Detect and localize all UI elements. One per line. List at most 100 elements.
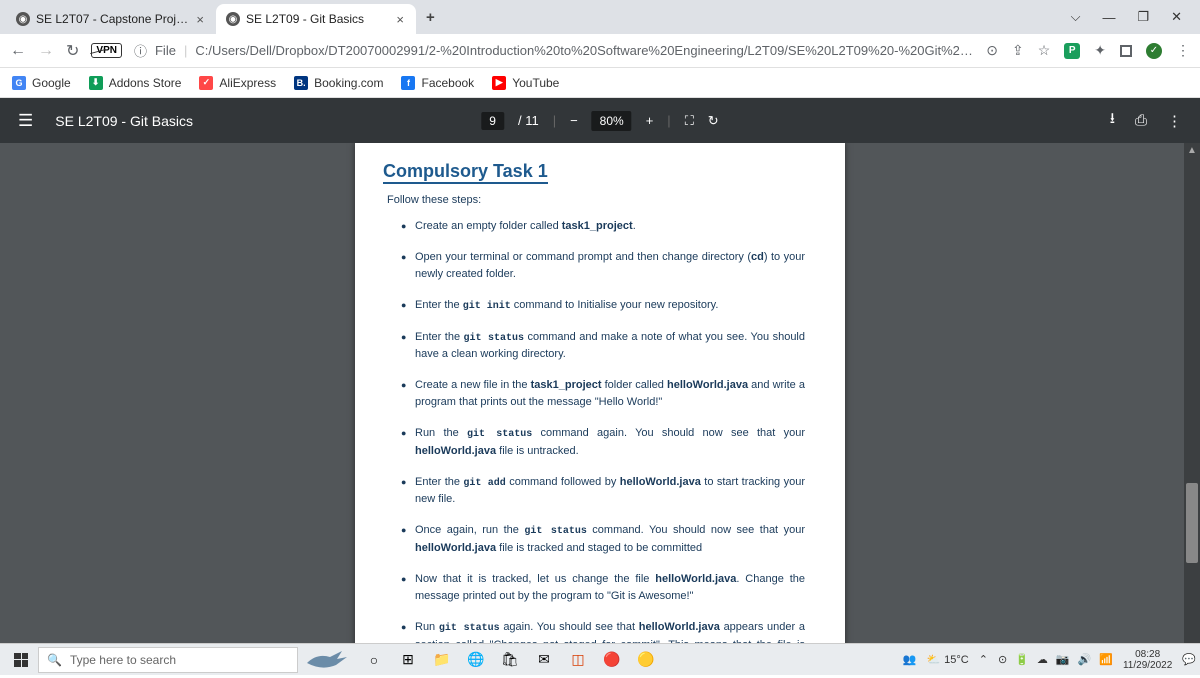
doc-list: Create an empty folder called task1_proj… [383,218,805,671]
bookmark-label: YouTube [512,76,559,90]
chevron-up-icon[interactable]: ⌃ [979,653,988,666]
list-item: Open your terminal or command prompt and… [401,249,805,283]
bookmark-item[interactable]: ⬇Addons Store [89,76,182,90]
notifications-icon[interactable]: 💬 [1182,653,1196,666]
bookmark-icon: ▶ [492,76,506,90]
chrome2-icon[interactable]: 🟡 [632,647,660,673]
search-icon: 🔍 [47,653,62,667]
menu-icon[interactable]: ⋮ [1176,42,1190,59]
mail-icon[interactable]: ✉ [530,647,558,673]
battery-icon[interactable]: 🔋 [1015,653,1029,666]
url-field[interactable]: ⓘ File | C:/Users/Dell/Dropbox/DT2007000… [134,41,974,60]
volume-icon[interactable]: 🔊 [1078,653,1092,666]
tray-icon[interactable]: ⊙ [998,653,1007,666]
bookmark-item[interactable]: G Google [12,76,71,90]
list-item: Enter the git add command followed by he… [401,474,805,509]
share-icon[interactable]: ⇪ [1012,42,1024,59]
bookmark-item[interactable]: fFacebook [401,76,474,90]
extension-check-icon[interactable]: ✓ [1146,43,1162,59]
cortana-icon[interactable]: ○ [360,647,388,673]
time-label: 08:28 [1123,649,1172,660]
bookmark-label: Booking.com [314,76,383,90]
file-label: File [155,43,176,58]
list-item: Create an empty folder called task1_proj… [401,218,805,235]
list-item: Enter the git status command and make a … [401,329,805,364]
tray-icon[interactable]: ☁ [1037,653,1048,666]
fit-page-icon[interactable]: ⛶ [685,113,694,129]
scroll-up-icon[interactable]: ▲ [1186,145,1198,156]
pdf-page: Compulsory Task 1 Follow these steps: Cr… [355,143,845,675]
minimize-icon[interactable]: — [1102,10,1115,25]
search-placeholder: Type here to search [70,653,176,667]
maximize-icon[interactable]: ❐ [1137,9,1149,25]
bookmark-label: Addons Store [109,76,182,90]
store-icon[interactable]: 🛍 [496,647,524,673]
bookmark-item[interactable]: B. Booking.com [294,76,383,90]
people-icon[interactable]: 👥 [903,653,917,666]
bookmarks-bar: G Google ⬇Addons Store ✓AliExpress B. Booking… [0,68,1200,98]
tab-title: SE L2T07 - Capstone Project I - C [36,12,188,26]
tab-active[interactable]: ◉ SE L2T09 - Git Basics × [216,4,416,34]
office-icon[interactable]: ◫ [564,647,592,673]
pdf-toolbar: ☰ SE L2T09 - Git Basics 9 / 11 | − 80% +… [0,98,1200,143]
tab-title: SE L2T09 - Git Basics [246,12,388,26]
zoom-out-button[interactable]: − [570,113,578,128]
pdf-viewport[interactable]: Compulsory Task 1 Follow these steps: Cr… [0,143,1200,675]
bookmark-label: Google [32,76,71,90]
rotate-icon[interactable]: ↻ [708,113,719,129]
wifi-icon[interactable]: 📶 [1099,653,1113,666]
vpn-badge[interactable]: VPN [91,43,122,58]
camera-icon[interactable]: 📷 [1056,653,1070,666]
globe-icon: ◉ [16,12,30,26]
window-controls: ⌵ — ❐ ✕ [1071,9,1200,25]
forward-button[interactable]: → [38,42,54,60]
account-icon[interactable] [1120,45,1132,57]
bird-decoration [302,647,352,673]
close-icon[interactable]: ✕ [1171,9,1182,25]
chevron-down-icon[interactable]: ⌵ [1071,9,1081,25]
search-input[interactable]: 🔍 Type here to search [38,647,298,673]
puzzle-icon[interactable]: ✦ [1094,42,1106,59]
bookmark-item[interactable]: ✓AliExpress [199,76,276,90]
download-icon[interactable]: ⭳ [1110,108,1115,133]
zoom-in-button[interactable]: + [646,113,654,128]
info-icon: ⓘ [134,41,147,60]
close-icon[interactable]: × [194,12,206,27]
start-button[interactable] [4,646,38,674]
bookmark-label: Facebook [421,76,474,90]
reload-button[interactable]: ↻ [66,41,79,61]
windows-icon [14,653,28,667]
search-icon[interactable]: ⊙ [986,42,998,59]
clock[interactable]: 08:28 11/29/2022 [1123,649,1172,671]
list-item: Run the git status command again. You sh… [401,425,805,460]
edge-icon[interactable]: 🌐 [462,647,490,673]
hamburger-icon[interactable]: ☰ [18,111,33,131]
address-bar: ← → ↻ VPN ⓘ File | C:/Users/Dell/Dropbox… [0,34,1200,68]
scrollbar[interactable]: ▲ ▼ [1184,143,1200,675]
print-icon[interactable]: ⎙ [1135,112,1147,129]
extension-p-icon[interactable]: P [1064,43,1080,59]
close-icon[interactable]: × [394,12,406,27]
doc-intro: Follow these steps: [387,194,805,206]
zoom-level[interactable]: 80% [592,111,632,131]
browser-tabs-bar: ◉ SE L2T07 - Capstone Project I - C × ◉ … [0,0,1200,34]
globe-icon: ◉ [226,12,240,26]
chrome-icon[interactable]: 🔴 [598,647,626,673]
tab-inactive[interactable]: ◉ SE L2T07 - Capstone Project I - C × [6,4,216,34]
list-item: Now that it is tracked, let us change th… [401,571,805,605]
list-item: Enter the git init command to Initialise… [401,297,805,315]
task-view-icon[interactable]: ⊞ [394,647,422,673]
new-tab-button[interactable]: + [416,9,445,26]
bookmark-icon: ✓ [199,76,213,90]
star-icon[interactable]: ☆ [1038,42,1051,59]
page-input[interactable]: 9 [481,112,504,130]
bookmark-icon: B. [294,76,308,90]
scroll-thumb[interactable] [1186,483,1198,563]
back-button[interactable]: ← [10,42,26,60]
bookmark-icon: G [12,76,26,90]
bookmark-item[interactable]: ▶ YouTube [492,76,559,90]
pdf-title: SE L2T09 - Git Basics [55,113,193,129]
explorer-icon[interactable]: 📁 [428,647,456,673]
weather-widget[interactable]: ⛅ 15°C [926,653,968,666]
more-icon[interactable]: ⋮ [1167,112,1182,130]
